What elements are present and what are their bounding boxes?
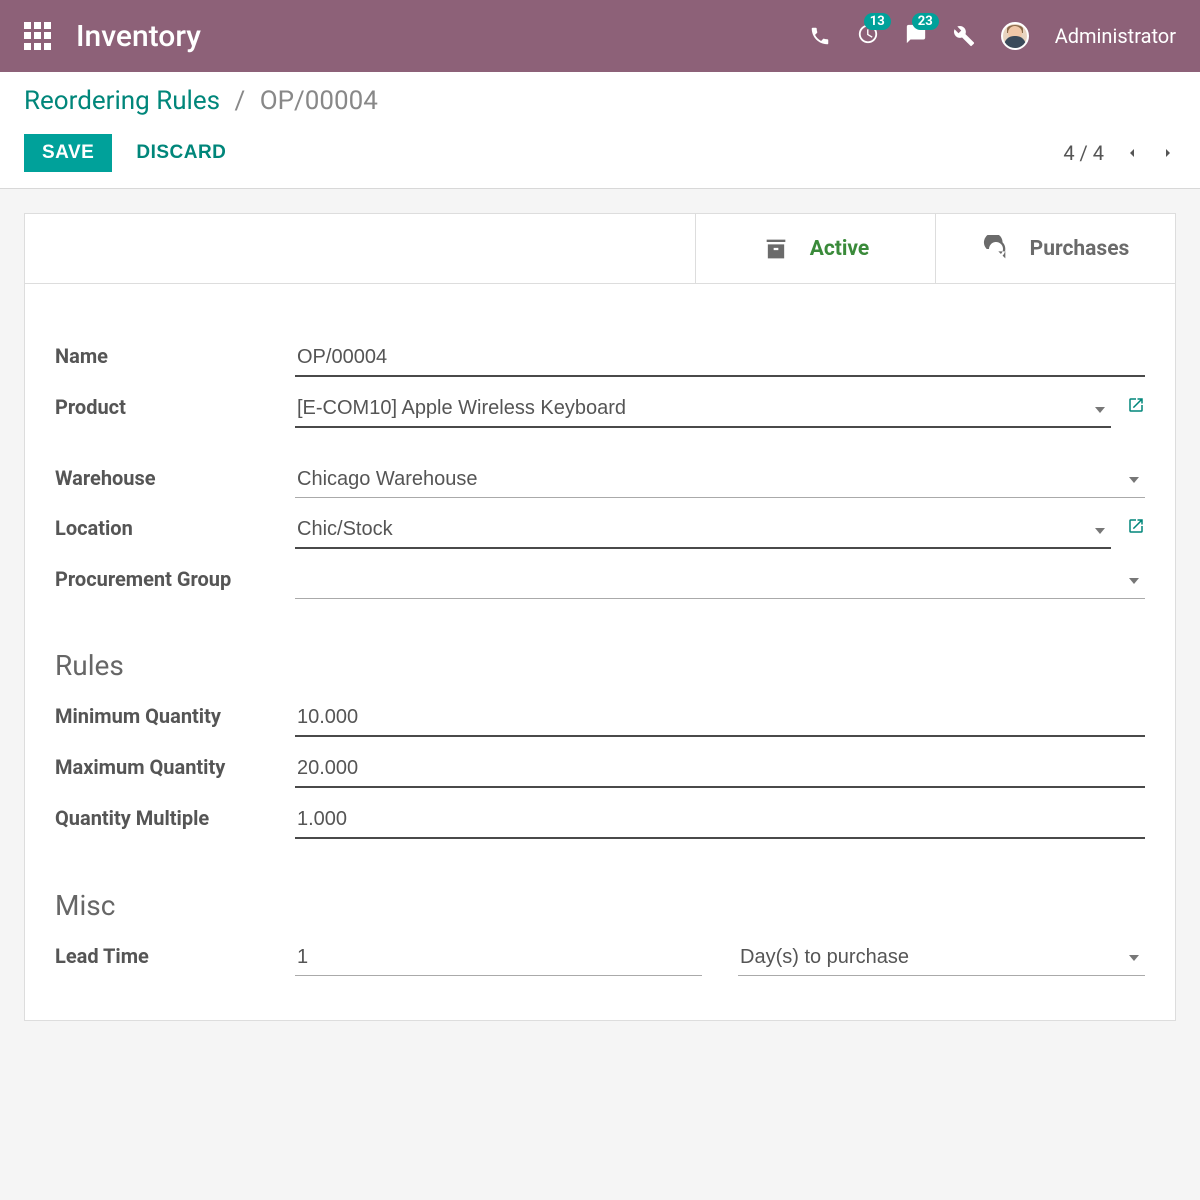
product-dropdown-icon[interactable] [1095, 407, 1105, 413]
rules-section-title: Rules [55, 649, 1145, 682]
lead-time-label: Lead Time [55, 944, 295, 968]
external-link-icon[interactable] [1127, 396, 1145, 414]
maximum-qty-label: Maximum Quantity [55, 755, 295, 779]
breadcrumb-separator: / [235, 86, 246, 116]
pager: 4 / 4 [1063, 141, 1176, 165]
qty-multiple-label: Quantity Multiple [55, 806, 295, 830]
user-menu[interactable]: Administrator [1055, 24, 1176, 48]
discard-button[interactable]: DISCARD [136, 142, 226, 164]
pager-prev-icon[interactable] [1124, 145, 1140, 161]
location-dropdown-icon[interactable] [1095, 528, 1105, 534]
warehouse-dropdown-icon[interactable] [1129, 477, 1139, 483]
active-label: Active [810, 237, 870, 261]
name-field[interactable] [295, 340, 1145, 377]
avatar[interactable] [1001, 22, 1029, 50]
breadcrumb-current: OP/00004 [260, 86, 378, 116]
warehouse-label: Warehouse [55, 466, 295, 490]
procurement-group-label: Procurement Group [55, 567, 295, 591]
lead-time-field[interactable] [295, 940, 702, 976]
procurement-group-dropdown-icon[interactable] [1129, 578, 1139, 584]
lead-type-dropdown-icon[interactable] [1129, 955, 1139, 961]
breadcrumb-parent[interactable]: Reordering Rules [24, 86, 220, 116]
activities-badge: 13 [864, 13, 891, 30]
procurement-group-field[interactable] [295, 563, 1145, 599]
location-label: Location [55, 516, 295, 540]
messages-button[interactable]: 23 [905, 23, 927, 49]
messages-badge: 23 [912, 13, 939, 30]
qty-multiple-field[interactable] [295, 802, 1145, 839]
purchases-stat-button[interactable]: Purchases [935, 214, 1175, 283]
active-stat-button[interactable]: Active [695, 214, 935, 283]
external-link-icon[interactable] [1127, 517, 1145, 535]
name-label: Name [55, 344, 295, 368]
tools-icon[interactable] [953, 25, 975, 47]
warehouse-field[interactable] [295, 462, 1145, 498]
save-button[interactable]: SAVE [24, 134, 112, 172]
activities-button[interactable]: 13 [857, 23, 879, 49]
location-field[interactable] [295, 512, 1111, 549]
phone-icon[interactable] [809, 25, 831, 47]
archive-icon [762, 235, 790, 263]
app-title[interactable]: Inventory [76, 19, 809, 54]
minimum-qty-label: Minimum Quantity [55, 704, 295, 728]
pager-text[interactable]: 4 / 4 [1063, 141, 1104, 165]
pager-next-icon[interactable] [1160, 145, 1176, 161]
maximum-qty-field[interactable] [295, 751, 1145, 788]
lead-type-field[interactable] [738, 940, 1145, 976]
stat-button-box: Active Purchases [25, 214, 1175, 284]
control-panel: Reordering Rules / OP/00004 SAVE DISCARD… [0, 72, 1200, 189]
product-field[interactable] [295, 391, 1111, 428]
form-sheet: Active Purchases Name Product [24, 213, 1176, 1021]
refresh-icon [982, 235, 1010, 263]
breadcrumb: Reordering Rules / OP/00004 [24, 86, 1176, 116]
apps-menu-icon[interactable] [24, 22, 52, 50]
product-label: Product [55, 395, 295, 419]
top-navbar: Inventory 13 23 Administrator [0, 0, 1200, 72]
misc-section-title: Misc [55, 889, 1145, 922]
purchases-label: Purchases [1030, 237, 1130, 261]
minimum-qty-field[interactable] [295, 700, 1145, 737]
